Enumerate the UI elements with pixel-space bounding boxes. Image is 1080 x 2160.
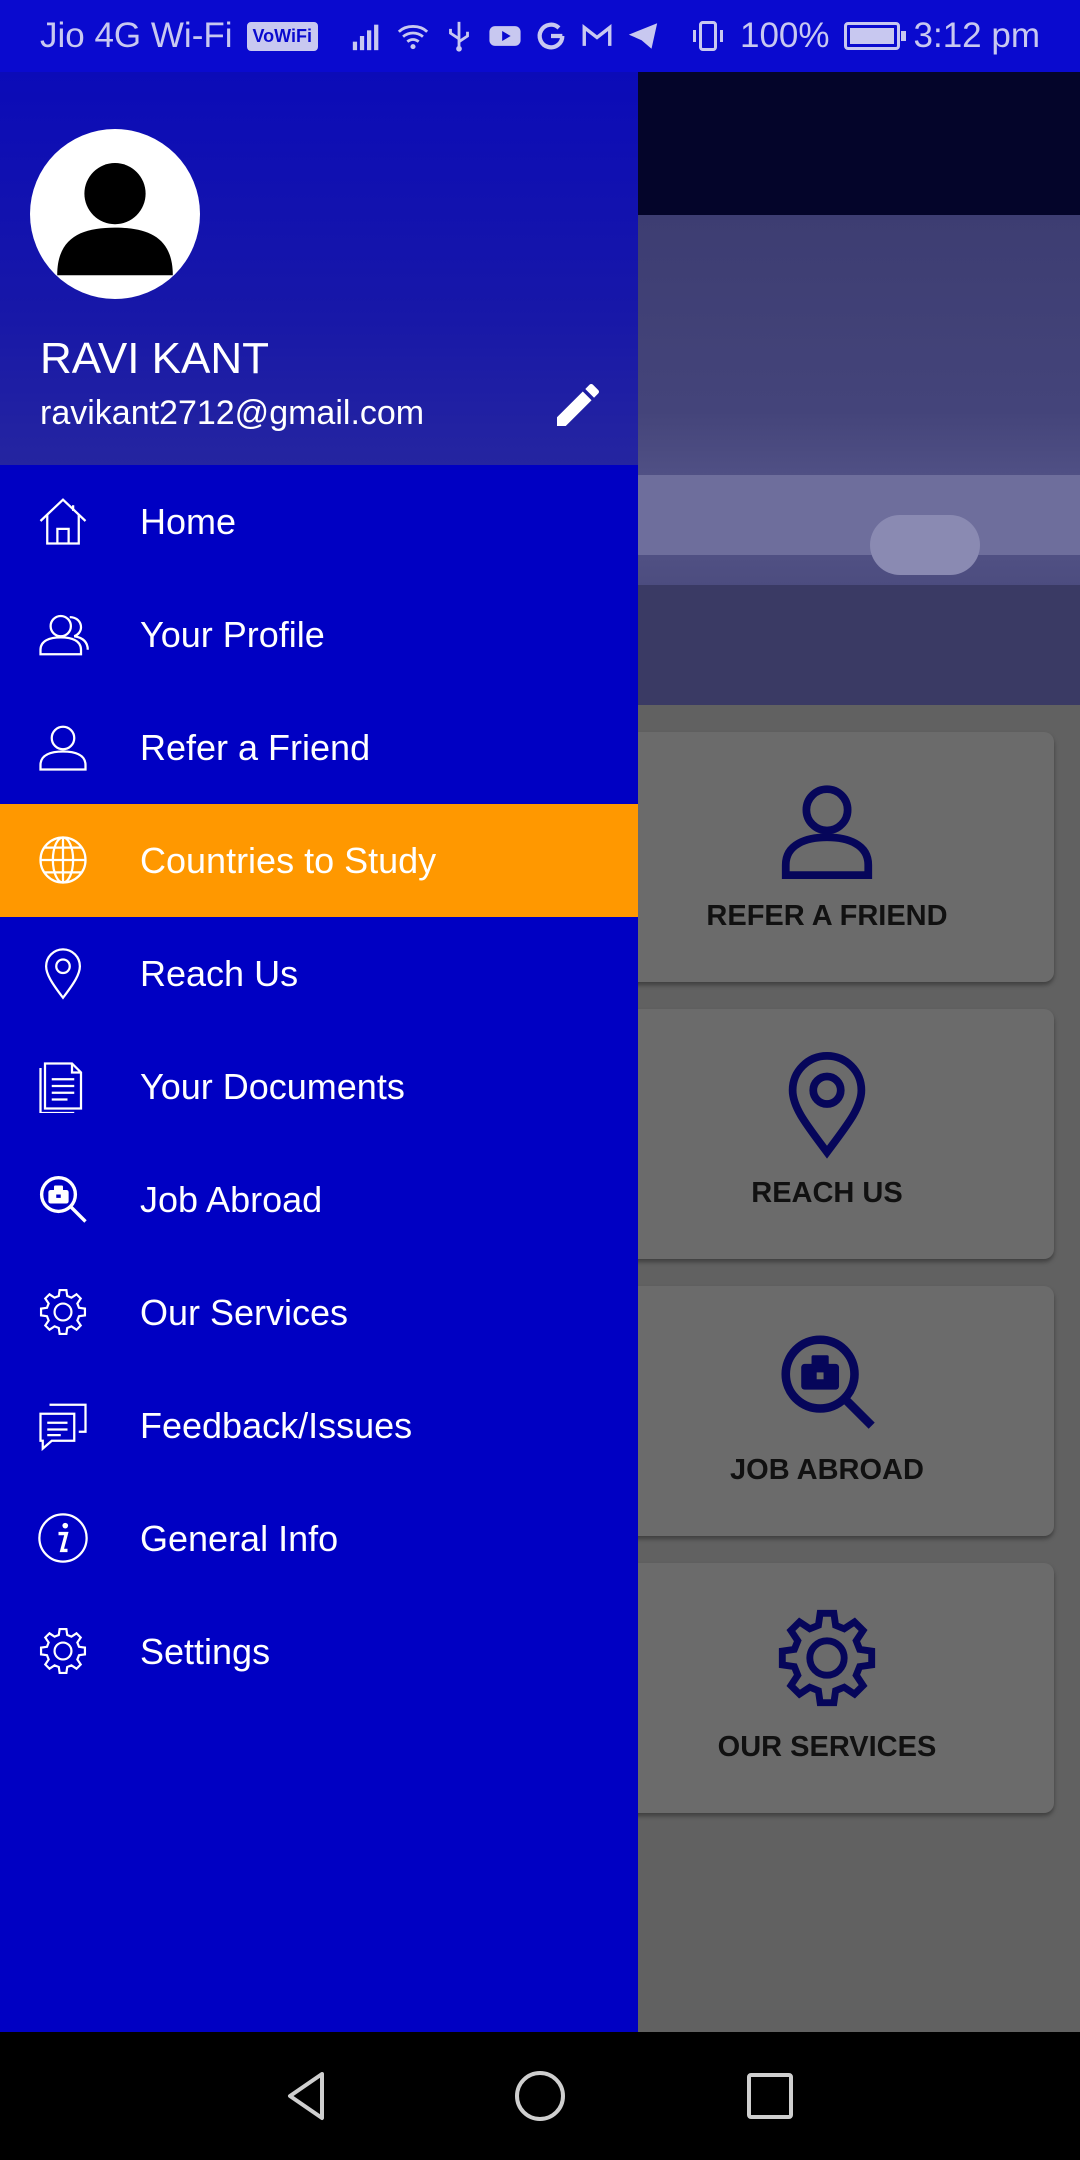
google-icon: [537, 22, 565, 50]
menu-item-home[interactable]: Home: [0, 465, 638, 578]
menu-item-job-abroad[interactable]: Job Abroad: [0, 1143, 638, 1256]
edit-icon[interactable]: [550, 377, 606, 433]
menu-item-label: Settings: [140, 1630, 271, 1672]
wifi-icon: [397, 25, 429, 50]
battery-percent: 100%: [740, 16, 830, 55]
menu-item-countries-to-study[interactable]: Countries to Study: [0, 804, 638, 917]
document-icon: [39, 1062, 83, 1113]
gmail-icon: [582, 24, 612, 46]
clock: 3:12 pm: [913, 16, 1040, 55]
location-pin-icon: [44, 948, 82, 1000]
navigation-drawer: RAVI KANT ravikant2712@gmail.com Home Yo…: [0, 72, 638, 2032]
menu-item-your-documents[interactable]: Your Documents: [0, 1030, 638, 1143]
gear-icon: [778, 1609, 876, 1707]
user-icon: [39, 725, 87, 771]
card-label: OUR SERVICES: [717, 1731, 937, 1763]
chat-icon: [39, 1403, 87, 1452]
card-label: JOB ABROAD: [730, 1454, 924, 1486]
menu-item-label: Countries to Study: [140, 839, 437, 881]
person-icon: [57, 163, 173, 276]
vowifi-badge: VoWiFi: [246, 21, 318, 51]
menu-item-our-services[interactable]: Our Services: [0, 1256, 638, 1369]
telegram-icon: [628, 23, 658, 49]
menu-item-label: Your Documents: [140, 1065, 405, 1107]
profile-icon: [39, 614, 89, 656]
drawer-header: RAVI KANT ravikant2712@gmail.com: [0, 72, 638, 465]
menu-item-label: Home: [140, 500, 237, 542]
menu-item-refer-a-friend[interactable]: Refer a Friend: [0, 691, 638, 804]
menu-item-your-profile[interactable]: Your Profile: [0, 578, 638, 691]
status-left: Jio 4G Wi-Fi VoWiFi: [40, 16, 660, 56]
menu-item-general-info[interactable]: General Info: [0, 1482, 638, 1595]
job-search-icon: [39, 1175, 87, 1223]
menu-item-feedback-issues[interactable]: Feedback/Issues: [0, 1369, 638, 1482]
user-email: ravikant2712@gmail.com: [40, 394, 425, 432]
menu-item-label: Your Profile: [140, 613, 325, 655]
menu-item-label: Feedback/Issues: [140, 1404, 413, 1446]
card-refer-a-friend[interactable]: REFER A FRIEND: [600, 732, 1054, 982]
back-icon[interactable]: [278, 2066, 338, 2126]
job-search-icon: [781, 1335, 875, 1429]
carrier-label: Jio 4G Wi-Fi: [40, 16, 233, 55]
menu-item-label: Reach Us: [140, 952, 299, 994]
battery-charging-icon: [843, 22, 906, 50]
usb-icon: [449, 21, 469, 52]
menu-item-reach-us[interactable]: Reach Us: [0, 917, 638, 1030]
card-label: REACH US: [751, 1177, 903, 1209]
avatar[interactable]: [30, 129, 200, 299]
location-pin-icon: [788, 1052, 866, 1159]
menu-item-settings[interactable]: Settings: [0, 1595, 638, 1708]
youtube-icon: [489, 26, 521, 46]
home-nav-icon[interactable]: [510, 2066, 570, 2126]
user-name: RAVI KANT: [40, 334, 270, 383]
status-right: 100% 3:12 pm: [690, 16, 1040, 56]
recents-icon[interactable]: [740, 2066, 800, 2126]
menu-item-label: Refer a Friend: [140, 726, 371, 768]
card-label: REFER A FRIEND: [706, 900, 948, 932]
settings-icon: [39, 1627, 87, 1675]
user-icon: [781, 785, 873, 879]
signal-icon: [352, 24, 379, 51]
card-job-abroad[interactable]: JOB ABROAD: [600, 1286, 1054, 1536]
menu-item-label: Job Abroad: [140, 1178, 323, 1220]
drawer-menu: Home Your Profile Refer a Friend Countri…: [0, 465, 638, 1708]
card-reach-us[interactable]: REACH US: [600, 1009, 1054, 1259]
status-icons: [350, 19, 660, 53]
card-our-services[interactable]: OUR SERVICES: [600, 1563, 1054, 1813]
home-icon: [39, 498, 87, 545]
info-icon: [38, 1513, 88, 1563]
vibrate-icon: [693, 21, 723, 51]
menu-item-label: Our Services: [140, 1291, 349, 1333]
system-navigation-bar: [0, 2032, 1080, 2160]
globe-icon: [39, 836, 87, 884]
gear-icon: [39, 1288, 87, 1336]
status-bar: Jio 4G Wi-Fi VoWiFi 100% 3:12 pm: [0, 0, 1080, 72]
menu-item-label: General Info: [140, 1517, 339, 1559]
